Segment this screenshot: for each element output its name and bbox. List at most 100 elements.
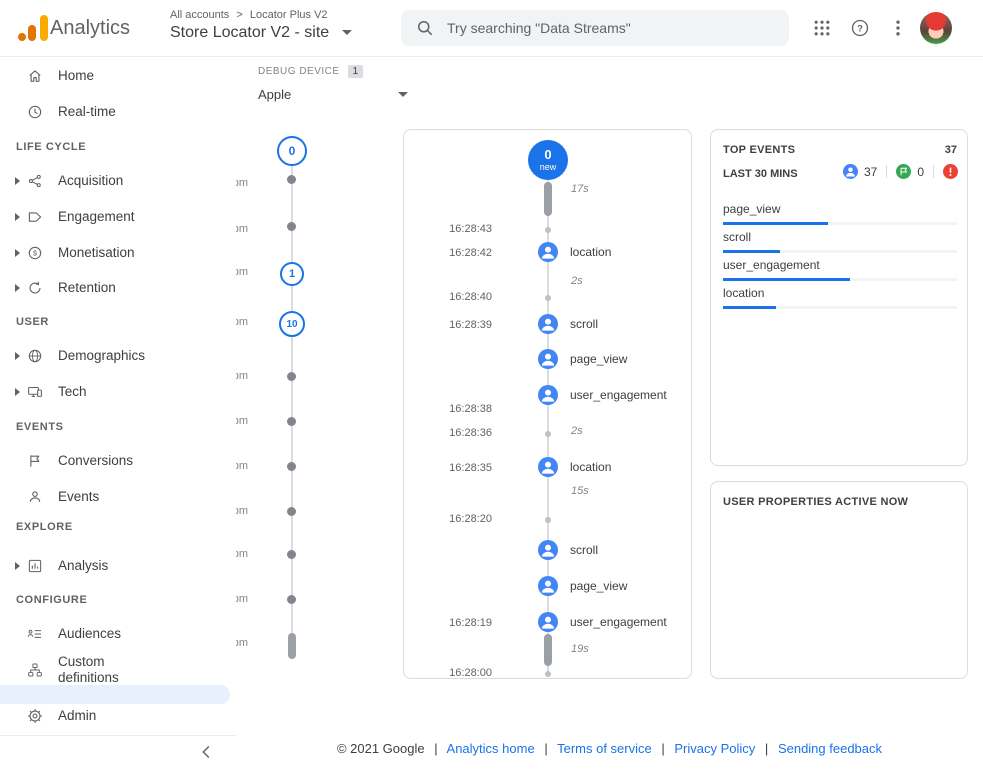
breadcrumb-property[interactable]: Locator Plus V2 xyxy=(250,9,328,21)
event-name: location xyxy=(570,460,611,474)
sidebar-item-analysis[interactable]: Analysis xyxy=(0,550,236,582)
sidebar-item-home[interactable]: Home xyxy=(0,60,236,92)
minute-time-label: pm xyxy=(236,415,248,427)
debug-device-select[interactable]: Apple xyxy=(258,87,408,102)
top-event-row[interactable]: location xyxy=(723,284,957,309)
sidebar-item-realtime[interactable]: Real-time xyxy=(0,96,236,128)
search-bar[interactable] xyxy=(401,10,789,46)
minute-marker-dot[interactable] xyxy=(287,595,296,604)
minute-marker-dot[interactable] xyxy=(287,372,296,381)
expand-arrow-icon[interactable] xyxy=(15,177,20,185)
event-name: location xyxy=(570,245,611,259)
minute-marker-dot[interactable] xyxy=(287,222,296,231)
minute-marker-dot[interactable] xyxy=(287,417,296,426)
stream-event-row[interactable]: location xyxy=(538,457,611,477)
engagement-pill xyxy=(544,182,552,216)
timeline-dot xyxy=(545,227,551,233)
top-event-row[interactable]: scroll xyxy=(723,228,957,253)
sidebar-item-conversions[interactable]: Conversions xyxy=(0,445,236,477)
custom-definitions-icon xyxy=(26,661,44,679)
minute-marker-dot[interactable] xyxy=(287,550,296,559)
minute-time-label: pm xyxy=(236,593,248,605)
sidebar-item-custom-definitions[interactable]: Custom definitions xyxy=(0,650,236,690)
footer-separator: | xyxy=(765,741,768,756)
sidebar-item-demographics[interactable]: Demographics xyxy=(0,340,236,372)
footer-link-feedback[interactable]: Sending feedback xyxy=(778,741,882,756)
minute-event-count: 1 xyxy=(289,268,295,280)
sidebar-item-monetisation[interactable]: $ Monetisation xyxy=(0,237,236,269)
expand-arrow-icon[interactable] xyxy=(15,562,20,570)
sidebar-item-audiences[interactable]: Audiences xyxy=(0,618,236,650)
sidebar-nav: Home Real-time LIFE CYCLE Acquisition En… xyxy=(0,57,236,776)
collapse-sidebar-button[interactable] xyxy=(196,741,218,763)
minute-marker-dot[interactable] xyxy=(287,507,296,516)
sidebar-item-events[interactable]: Events xyxy=(0,481,236,513)
minute-marker-dot[interactable] xyxy=(287,175,296,184)
event-bar-track xyxy=(723,278,957,281)
minute-marker-circle[interactable]: 10 xyxy=(279,311,305,337)
new-events-circle[interactable]: 0 new xyxy=(528,140,568,180)
analytics-logo-icon[interactable] xyxy=(18,15,48,42)
minute-marker-circle[interactable]: 1 xyxy=(280,262,304,286)
sidebar-item-retention[interactable]: Retention xyxy=(0,272,236,304)
sidebar-item-acquisition[interactable]: Acquisition xyxy=(0,165,236,197)
footer-link-terms[interactable]: Terms of service xyxy=(557,741,652,756)
stream-event-row[interactable]: user_engagement xyxy=(538,612,667,632)
timestamp: 16:28:36 xyxy=(432,427,492,439)
sidebar-item-label: Analysis xyxy=(58,558,154,574)
events-count: 37 xyxy=(864,165,877,179)
sidebar-section-events: EVENTS xyxy=(16,421,64,433)
sidebar-section-explore: EXPLORE xyxy=(16,521,73,533)
sidebar-item-admin[interactable]: Admin xyxy=(0,700,236,732)
event-bar xyxy=(723,222,828,225)
expand-arrow-icon[interactable] xyxy=(15,352,20,360)
stream-event-row[interactable]: scroll xyxy=(538,540,598,560)
top-event-row[interactable]: user_engagement xyxy=(723,256,957,281)
search-input[interactable] xyxy=(447,20,775,36)
footer: © 2021 Google | Analytics home | Terms o… xyxy=(236,741,983,756)
minute-marker-circle[interactable]: 0 xyxy=(277,136,307,166)
footer-link-privacy[interactable]: Privacy Policy xyxy=(674,741,755,756)
sidebar-item-engagement[interactable]: Engagement xyxy=(0,201,236,233)
timestamp: 16:28:40 xyxy=(432,291,492,303)
conversion-flag-icon xyxy=(896,164,911,179)
user-event-icon xyxy=(538,540,558,560)
expand-arrow-icon[interactable] xyxy=(15,388,20,396)
gap-duration: 2s xyxy=(571,275,583,287)
footer-link-analytics-home[interactable]: Analytics home xyxy=(447,741,535,756)
stream-event-row[interactable]: page_view xyxy=(538,576,627,596)
chevron-down-icon xyxy=(342,30,352,35)
expand-arrow-icon[interactable] xyxy=(15,249,20,257)
minute-marker-pill[interactable] xyxy=(288,633,296,659)
event-name: scroll xyxy=(570,317,598,331)
user-avatar[interactable] xyxy=(920,12,952,44)
property-selector[interactable]: Store Locator V2 - site xyxy=(170,24,352,42)
event-name: user_engagement xyxy=(570,388,667,402)
stream-event-row[interactable]: page_view xyxy=(538,349,627,369)
sidebar-item-label: Retention xyxy=(58,280,154,296)
minute-marker-dot[interactable] xyxy=(287,462,296,471)
help-icon[interactable]: ? xyxy=(850,18,870,38)
stream-event-row[interactable]: user_engagement xyxy=(538,385,667,405)
debug-device-label: DEBUG DEVICE xyxy=(258,66,340,77)
dollar-icon: $ xyxy=(26,244,44,262)
property-name: Store Locator V2 - site xyxy=(170,24,329,41)
more-vert-icon[interactable] xyxy=(888,18,908,38)
top-event-row[interactable]: page_view xyxy=(723,200,957,225)
footer-separator: | xyxy=(434,741,437,756)
timeline-dot xyxy=(545,517,551,523)
gap-duration: 19s xyxy=(571,643,589,655)
debugview-main: DEBUG DEVICE 1 Apple 0 pm pm pm 1 pm 10 … xyxy=(236,57,983,776)
apps-grid-icon[interactable] xyxy=(812,18,832,38)
stream-event-row[interactable]: scroll xyxy=(538,314,598,334)
expand-arrow-icon[interactable] xyxy=(15,284,20,292)
stream-event-row[interactable]: location xyxy=(538,242,611,262)
user-properties-card: USER PROPERTIES ACTIVE NOW xyxy=(710,481,968,679)
counter-divider xyxy=(886,165,887,178)
gap-duration: 2s xyxy=(571,425,583,437)
sidebar-item-label: Admin xyxy=(58,708,154,724)
breadcrumb-account[interactable]: All accounts xyxy=(170,9,229,21)
sidebar-item-tech[interactable]: Tech xyxy=(0,376,236,408)
expand-arrow-icon[interactable] xyxy=(15,213,20,221)
footer-separator: | xyxy=(661,741,664,756)
